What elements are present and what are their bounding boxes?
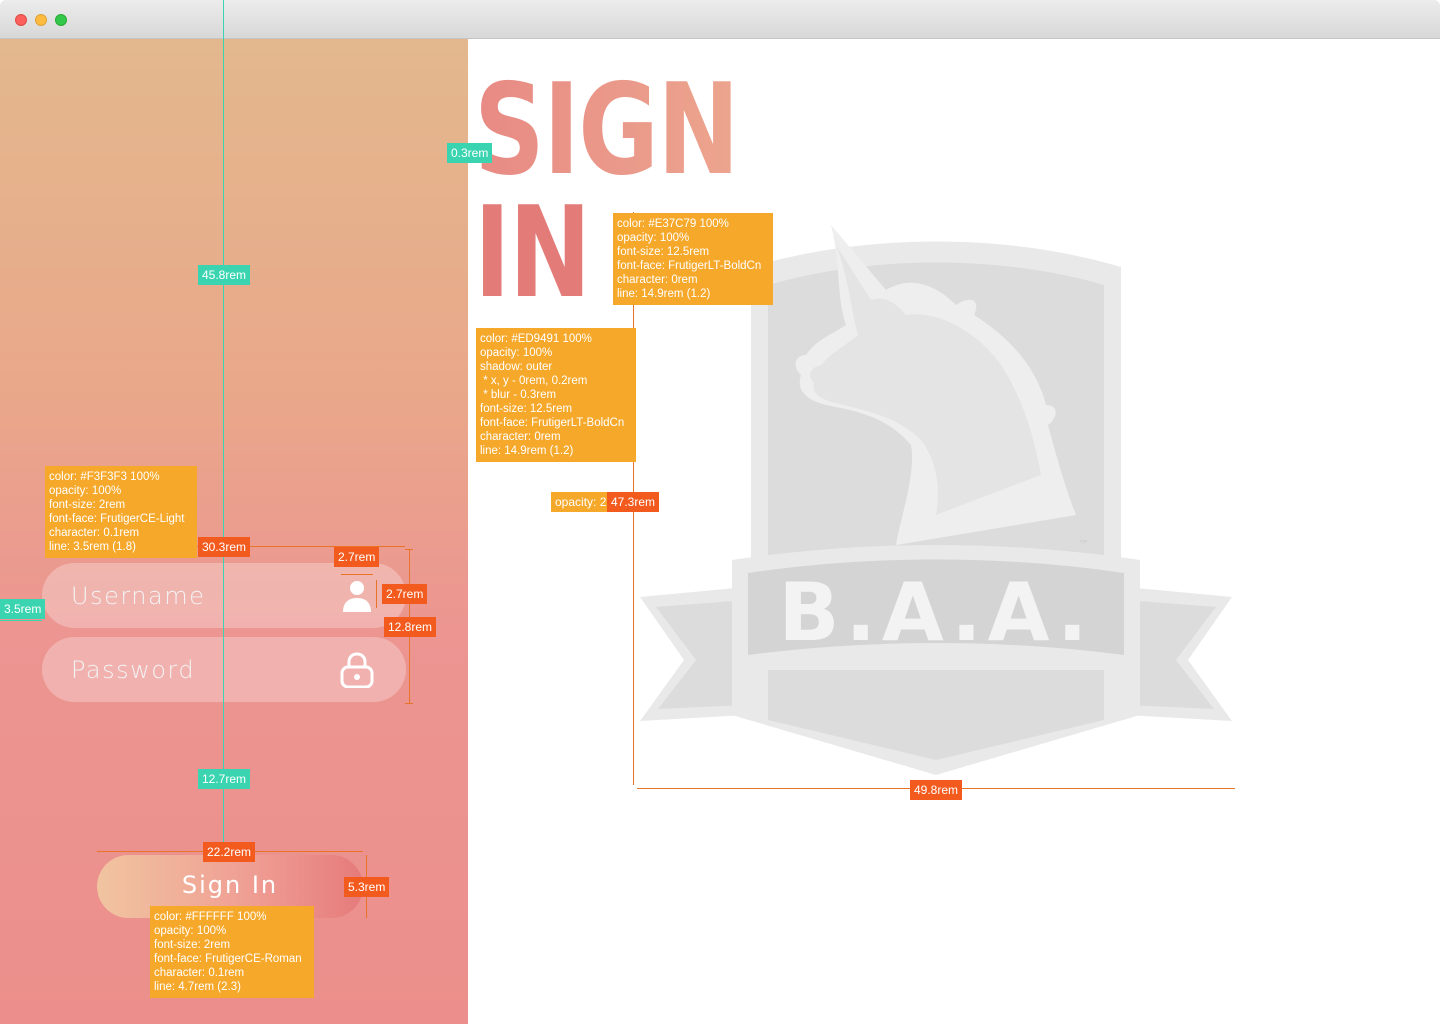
spec-annotation-heading-in: color: #E37C79 100% opacity: 100% font-s… bbox=[613, 213, 773, 305]
measure-line-vertical-center bbox=[223, 0, 224, 855]
opacity-tag: opacity: 2 bbox=[551, 492, 609, 512]
app-window: SIGN IN B.A.A. ™ Username Password Sign … bbox=[0, 0, 1440, 1024]
username-placeholder: Username bbox=[71, 582, 206, 610]
sign-in-label: Sign In bbox=[181, 871, 279, 899]
measure-tag: 12.7rem bbox=[198, 769, 251, 789]
minimize-button[interactable] bbox=[35, 14, 47, 26]
measure-tag: 49.8rem bbox=[910, 780, 963, 800]
shield-bottom-inner bbox=[768, 670, 1104, 760]
measure-tag: 45.8rem bbox=[198, 265, 251, 285]
measure-tag: 2.7rem bbox=[334, 547, 380, 567]
close-button[interactable] bbox=[15, 14, 27, 26]
measure-tag: 22.2rem bbox=[203, 842, 256, 862]
maximize-button[interactable] bbox=[55, 14, 67, 26]
measure-tag: 12.8rem bbox=[384, 617, 437, 637]
password-placeholder: Password bbox=[71, 656, 196, 684]
measure-line-icon-height bbox=[376, 580, 377, 608]
spec-annotation-button-text: color: #FFFFFF 100% opacity: 100% font-s… bbox=[150, 906, 314, 998]
measure-tick bbox=[405, 703, 413, 704]
measure-tick bbox=[405, 549, 413, 550]
lock-icon bbox=[340, 652, 374, 688]
password-field[interactable]: Password bbox=[42, 637, 406, 702]
heading-in: IN bbox=[474, 179, 591, 326]
measure-tag: 2.7rem bbox=[382, 584, 428, 604]
measure-line-field-left bbox=[0, 620, 42, 621]
user-icon bbox=[343, 581, 371, 612]
measure-tag: 3.5rem bbox=[0, 599, 46, 619]
title-bar bbox=[0, 0, 1440, 39]
logo-text: B.A.A. bbox=[779, 566, 1094, 659]
username-field[interactable]: Username bbox=[42, 563, 406, 628]
spec-annotation-heading-sign: color: #ED9491 100% opacity: 100% shadow… bbox=[476, 328, 636, 462]
measure-tag: 0.3rem bbox=[447, 143, 493, 163]
measure-tag: 30.3rem bbox=[198, 537, 251, 557]
measure-line-icon-width bbox=[341, 574, 373, 575]
heading-sign: SIGN bbox=[474, 56, 740, 203]
trademark-mark: ™ bbox=[1078, 538, 1089, 551]
spec-annotation-input-text: color: #F3F3F3 100% opacity: 100% font-s… bbox=[45, 466, 197, 558]
measure-tag: 5.3rem bbox=[344, 877, 390, 897]
measure-tag: 47.3rem bbox=[607, 492, 660, 512]
